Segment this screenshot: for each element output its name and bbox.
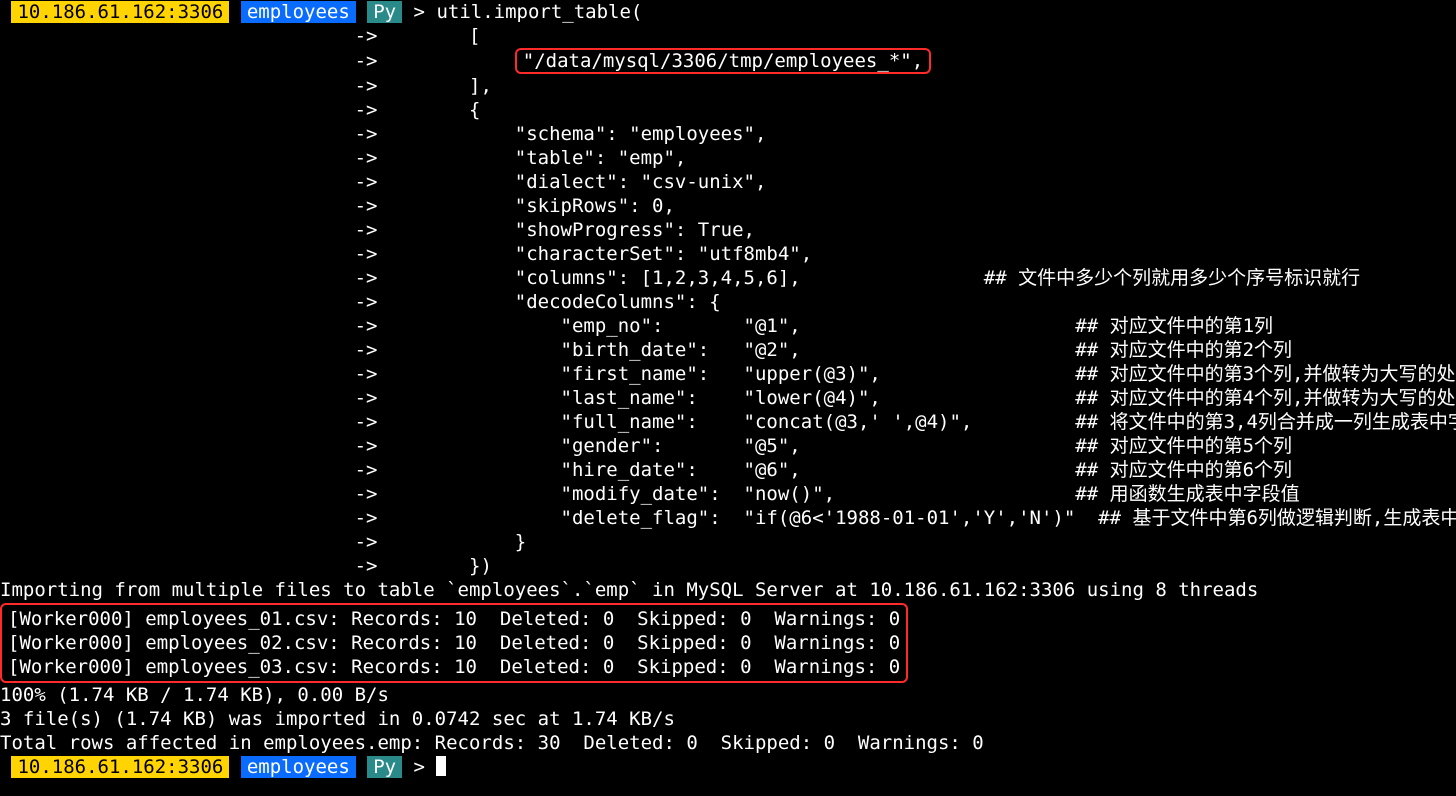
code-text: "showProgress": True, — [515, 219, 755, 241]
command-line: -> "emp_no": "@1", ## 对应文件中的第1列 — [0, 314, 1456, 338]
code-text: "full_name": "concat(@3,' ',@4)", ## 将文件… — [561, 411, 1456, 433]
continuation-arrow: -> — [0, 123, 423, 145]
code-text: "birth_date": "@2", ## 对应文件中的第2个列 — [561, 339, 1293, 361]
cursor-icon — [436, 756, 446, 776]
prompt-host: 10.186.61.162:3306 — [11, 756, 229, 778]
code-text: { — [469, 99, 480, 121]
continuation-arrow: -> — [0, 25, 423, 47]
output-worker-line: [Worker000] employees_03.csv: Records: 1… — [8, 655, 900, 679]
prompt-database: employees — [241, 1, 356, 23]
continuation-arrow: -> — [0, 75, 423, 97]
code-text: "last_name": "lower(@4)", ## 对应文件中的第4个列,… — [561, 387, 1456, 409]
command-line: -> "dialect": "csv-unix", — [0, 170, 1456, 194]
prompt-host: 10.186.61.162:3306 — [11, 1, 229, 23]
continuation-arrow: -> — [0, 531, 423, 553]
code-text: "table": "emp", — [515, 147, 687, 169]
continuation-arrow: -> — [0, 555, 423, 577]
code-text: "delete_flag": "if(@6<'1988-01-01','Y','… — [561, 507, 1456, 529]
continuation-arrow: -> — [0, 459, 423, 481]
command-line: -> "schema": "employees", — [0, 122, 1456, 146]
continuation-arrow: -> — [0, 339, 423, 361]
code-text: [ — [469, 25, 480, 47]
output-summary-1: 3 file(s) (1.74 KB) was imported in 0.07… — [0, 707, 1456, 731]
command-line: -> "first_name": "upper(@3)", ## 对应文件中的第… — [0, 362, 1456, 386]
command-line: -> "hire_date": "@6", ## 对应文件中的第6个列 — [0, 458, 1456, 482]
code-text: "emp_no": "@1", ## 对应文件中的第1列 — [561, 315, 1274, 337]
continuation-arrow: -> — [0, 171, 423, 193]
prompt-line-2[interactable]: 10.186.61.162:3306 employees Py > — [0, 755, 1456, 779]
continuation-arrow: -> — [0, 50, 423, 72]
continuation-arrow: -> — [0, 219, 423, 241]
continuation-arrow: -> — [0, 147, 423, 169]
code-text: ], — [469, 75, 492, 97]
output-progress: 100% (1.74 KB / 1.74 KB), 0.00 B/s — [0, 683, 1456, 707]
output-workers-highlight: [Worker000] employees_01.csv: Records: 1… — [0, 602, 1456, 683]
prompt-lang: Py — [367, 756, 402, 778]
code-text: "modify_date": "now()", ## 用函数生成表中字段值 — [561, 483, 1300, 505]
prompt-caret: > — [402, 1, 436, 23]
code-text: "characterSet": "utf8mb4", — [515, 243, 812, 265]
continuation-arrow: -> — [0, 387, 423, 409]
command-line: -> "delete_flag": "if(@6<'1988-01-01','Y… — [0, 506, 1456, 530]
command-line: -> "columns": [1,2,3,4,5,6], ## 文件中多少个列就… — [0, 266, 1456, 290]
code-text: "columns": [1,2,3,4,5,6], ## 文件中多少个列就用多少… — [515, 267, 1360, 289]
command-line: -> [ — [0, 24, 1456, 48]
command-line: -> ], — [0, 74, 1456, 98]
code-text: "first_name": "upper(@3)", ## 对应文件中的第3个列… — [561, 363, 1456, 385]
command-line: -> { — [0, 98, 1456, 122]
output-importing: Importing from multiple files to table `… — [0, 578, 1456, 602]
command-line: -> "decodeColumns": { — [0, 290, 1456, 314]
command-body: -> [ -> "/data/mysql/3306/tmp/employees_… — [0, 24, 1456, 578]
continuation-arrow: -> — [0, 291, 423, 313]
code-text: "skipRows": 0, — [515, 195, 675, 217]
prompt-database: employees — [241, 756, 356, 778]
command-line: -> "/data/mysql/3306/tmp/employees_*", — [0, 48, 1456, 74]
continuation-arrow: -> — [0, 363, 423, 385]
output-worker-line: [Worker000] employees_02.csv: Records: 1… — [8, 631, 900, 655]
code-text: "schema": "employees", — [515, 123, 767, 145]
code-text: }) — [469, 555, 492, 577]
code-text: "decodeColumns": { — [515, 291, 721, 313]
continuation-arrow: -> — [0, 243, 423, 265]
continuation-arrow: -> — [0, 195, 423, 217]
code-text: "dialect": "csv-unix", — [515, 171, 767, 193]
continuation-arrow: -> — [0, 507, 423, 529]
continuation-arrow: -> — [0, 411, 423, 433]
terminal[interactable]: 10.186.61.162:3306 employees Py > util.i… — [0, 0, 1456, 779]
command-line: -> "last_name": "lower(@4)", ## 对应文件中的第4… — [0, 386, 1456, 410]
command-line: -> }) — [0, 554, 1456, 578]
highlighted-path: "/data/mysql/3306/tmp/employees_*", — [515, 48, 931, 74]
command-line: -> "birth_date": "@2", ## 对应文件中的第2个列 — [0, 338, 1456, 362]
continuation-arrow: -> — [0, 267, 423, 289]
prompt-lang: Py — [367, 1, 402, 23]
output-summary-2: Total rows affected in employees.emp: Re… — [0, 731, 1456, 755]
command-line: -> "characterSet": "utf8mb4", — [0, 242, 1456, 266]
prompt-line-1: 10.186.61.162:3306 employees Py > util.i… — [0, 0, 1456, 24]
command-head: util.import_table( — [436, 1, 642, 23]
continuation-arrow: -> — [0, 99, 423, 121]
command-line: -> "table": "emp", — [0, 146, 1456, 170]
command-line: -> "skipRows": 0, — [0, 194, 1456, 218]
continuation-arrow: -> — [0, 315, 423, 337]
continuation-arrow: -> — [0, 483, 423, 505]
command-line: -> "showProgress": True, — [0, 218, 1456, 242]
code-text: "gender": "@5", ## 对应文件中的第5个列 — [561, 435, 1293, 457]
command-line: -> "full_name": "concat(@3,' ',@4)", ## … — [0, 410, 1456, 434]
code-text: } — [515, 531, 526, 553]
code-text: "hire_date": "@6", ## 对应文件中的第6个列 — [561, 459, 1293, 481]
output-worker-line: [Worker000] employees_01.csv: Records: 1… — [8, 607, 900, 631]
prompt-caret: > — [402, 756, 436, 778]
command-line: -> } — [0, 530, 1456, 554]
command-line: -> "gender": "@5", ## 对应文件中的第5个列 — [0, 434, 1456, 458]
command-line: -> "modify_date": "now()", ## 用函数生成表中字段值 — [0, 482, 1456, 506]
continuation-arrow: -> — [0, 435, 423, 457]
